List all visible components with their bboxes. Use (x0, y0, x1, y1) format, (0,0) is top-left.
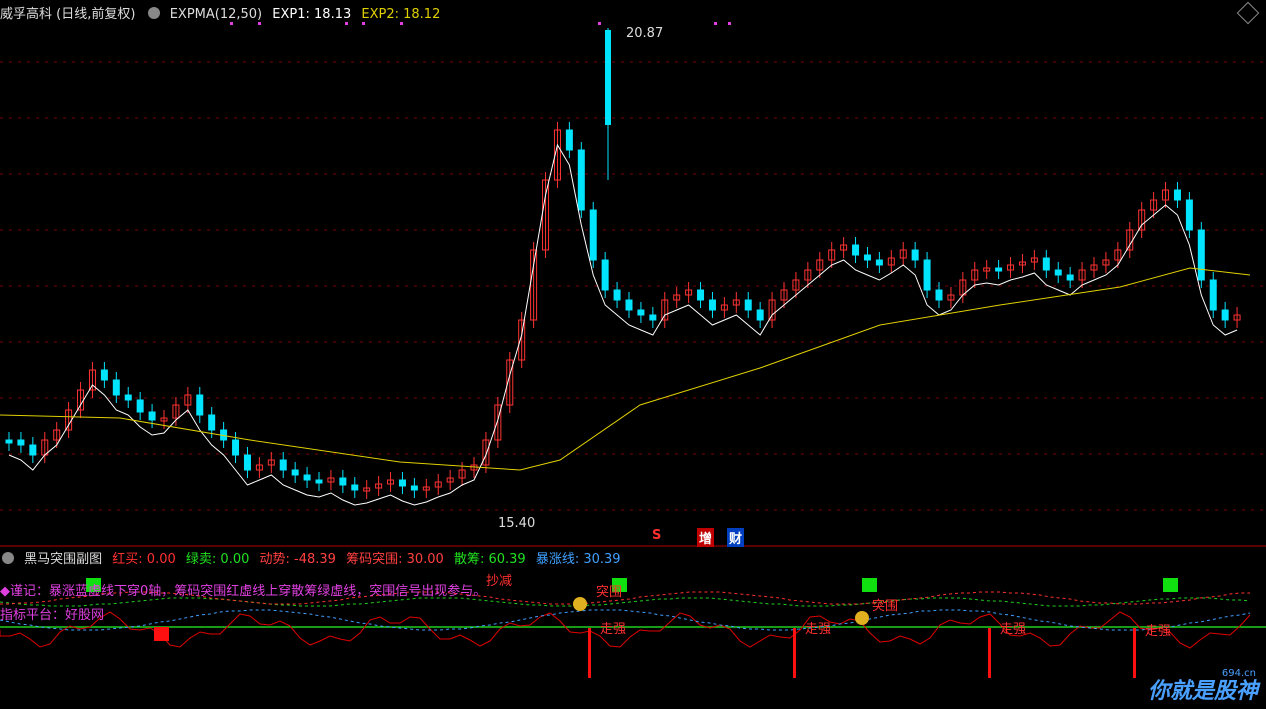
candle-body (589, 209, 597, 261)
candle-body (351, 484, 359, 491)
low-price-label: 15.40 (498, 516, 535, 531)
candle-body (1209, 279, 1217, 311)
candle-body (601, 259, 609, 291)
sub-title[interactable]: 黑马突围副图 (24, 552, 102, 567)
strong-label: 走强 (1000, 622, 1026, 637)
candle-body (935, 289, 943, 301)
strong-bar (1133, 628, 1136, 678)
spike-body (605, 30, 611, 125)
red-buy-box (154, 627, 169, 641)
candle-body (565, 129, 573, 151)
strong-bar (588, 628, 591, 678)
candle-body (649, 314, 657, 321)
candle-body (863, 254, 871, 261)
strong-label: 走强 (1145, 624, 1171, 639)
candle-body (923, 259, 931, 291)
candle-body (625, 299, 633, 311)
candle-body (315, 479, 323, 484)
candle-body (637, 309, 645, 316)
candle-body (232, 439, 240, 456)
watermark-logo: 你就是股神 (1147, 679, 1258, 704)
strong-bar (793, 628, 796, 678)
candle-body (911, 249, 919, 261)
candle-body (697, 289, 705, 301)
candle-body (1221, 309, 1229, 321)
chart-header: 威孚高科 (日线,前复权) EXPMA(12,50) EXP1: 18.13 E… (0, 3, 446, 23)
rule-note: ◆谨记：暴涨蓝虚线下穿0轴，筹码突围红虚线上穿散筹绿虚线，突围信号出现参与。 (0, 584, 487, 599)
signal-dot (598, 22, 601, 25)
stock-title[interactable]: 威孚高科 (日线,前复权) (0, 7, 135, 22)
candle-body (744, 299, 752, 311)
candle-body (410, 485, 418, 491)
candle-body (1042, 257, 1050, 271)
indicator-name[interactable]: EXPMA(12,50) (170, 7, 262, 22)
signal-dot (728, 22, 731, 25)
cai-flag[interactable]: 财 (727, 528, 745, 547)
breakout-label: 突围 (596, 584, 622, 600)
candle-body (398, 479, 406, 487)
candle-body (303, 474, 311, 481)
moneybag-icon (855, 611, 869, 625)
candle-body (124, 394, 132, 401)
candle-body (1054, 269, 1062, 276)
candle-body (1197, 229, 1205, 281)
candle-body (1185, 199, 1193, 231)
candle-body (708, 299, 716, 311)
gear-icon[interactable] (2, 552, 14, 564)
candle-body (148, 411, 156, 421)
surge-value: 暴涨线: 30.39 (535, 552, 621, 567)
strong-bar (988, 628, 991, 678)
chip-break-value: 筹码突围: 30.00 (346, 552, 444, 567)
candle-body (136, 399, 144, 413)
candle-body (17, 439, 25, 446)
exp1-line (8, 143, 1238, 506)
candle-body (852, 244, 860, 256)
candle-body (243, 454, 251, 471)
candle-body (208, 414, 216, 431)
candle-body (196, 394, 204, 416)
green-sell-box (862, 578, 877, 592)
candle-body (100, 369, 108, 381)
high-price-label: 20.87 (626, 26, 663, 41)
candle-body (5, 439, 13, 444)
candle-body (613, 289, 621, 301)
moneybag-icon (573, 597, 587, 611)
scatter-value: 散筹: 60.39 (453, 552, 526, 567)
exp2-line (0, 267, 1251, 471)
momentum-value: 动势: -48.39 (259, 552, 336, 567)
scatter-line (0, 597, 1251, 607)
candle-body (995, 267, 1003, 272)
price-chart[interactable]: 20.8715.40走强 走强 走强 走强突围突围抄减 (0, 0, 1266, 709)
candle-body (875, 259, 883, 266)
breakout-label: 突围 (872, 598, 898, 614)
candle-body (112, 379, 120, 396)
exp1-value: EXP1: 18.13 (272, 7, 352, 22)
gear-icon[interactable] (147, 7, 160, 19)
green-sell-value: 绿卖: 0.00 (185, 552, 250, 567)
sub-chart-header: 黑马突围副图 红买: 0.00 绿卖: 0.00 动势: -48.39 筹码突围… (0, 548, 627, 567)
reduce-label: 抄减 (486, 574, 512, 589)
candle-body (279, 459, 287, 471)
strong-label: 走强 (600, 622, 626, 637)
green-sell-box (1163, 578, 1178, 592)
candle-body (756, 309, 764, 321)
zeng-flag[interactable]: 增 (697, 528, 715, 547)
red-buy-value: 红买: 0.00 (112, 552, 176, 567)
platform-note: 指标平台：好股网 (0, 608, 105, 623)
candle-body (339, 477, 347, 486)
candle-body (29, 444, 37, 456)
candle-body (1066, 274, 1074, 281)
candle-body (1173, 189, 1181, 201)
signal-s-flag: S (652, 528, 662, 543)
signal-dot (714, 22, 717, 25)
candle-body (577, 149, 585, 211)
exp2-value: EXP2: 18.12 (361, 7, 441, 22)
candle-body (291, 469, 299, 476)
strong-label: 走强 (805, 622, 831, 637)
